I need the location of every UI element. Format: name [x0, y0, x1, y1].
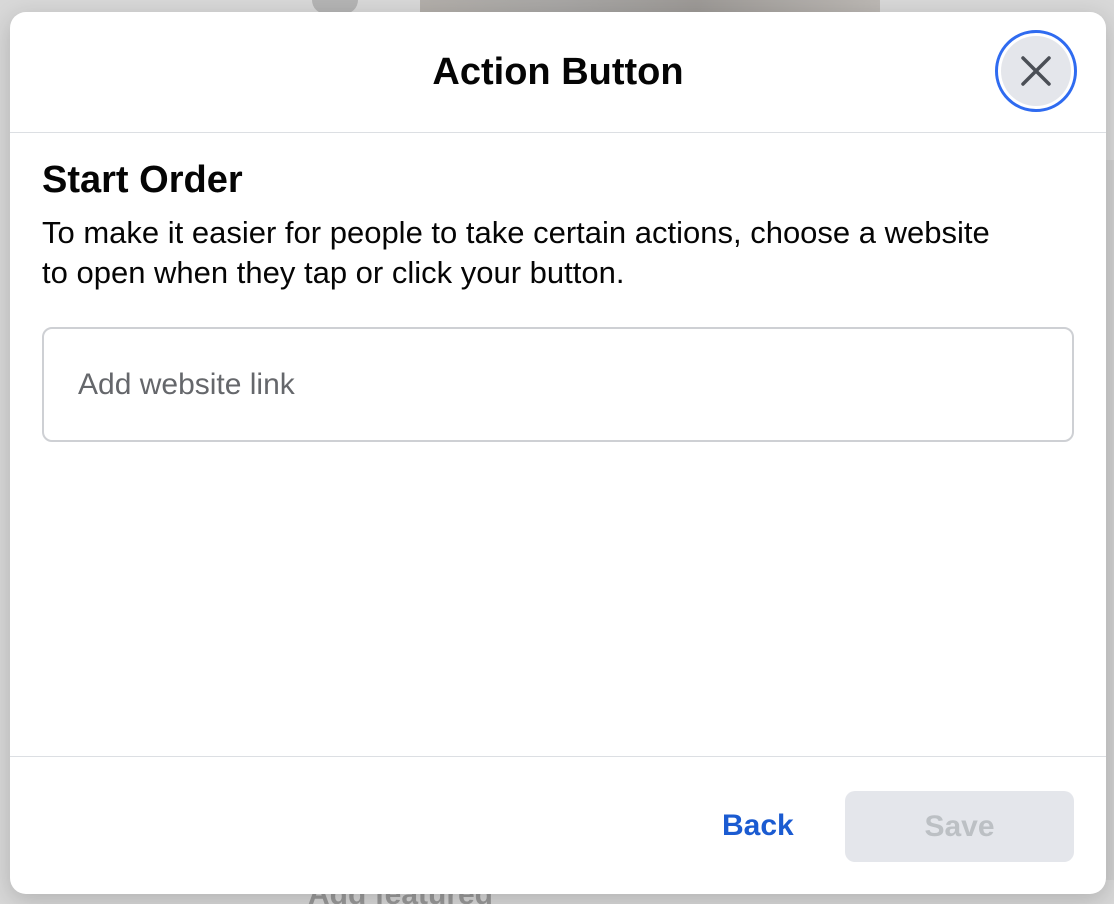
section-title: Start Order	[42, 159, 243, 201]
close-button-circle	[1001, 36, 1071, 106]
section-description: To make it easier for people to take cer…	[42, 215, 990, 290]
website-link-input[interactable]	[42, 327, 1074, 442]
back-button[interactable]: Back	[710, 791, 806, 861]
dialog-title: Action Button	[432, 51, 684, 93]
dialog-body: Start Order To make it easier for people…	[10, 133, 1106, 757]
action-button-dialog: Action Button Start Order To make it eas…	[10, 12, 1106, 894]
save-button[interactable]: Save	[845, 791, 1074, 862]
dialog-footer: Back Save	[10, 756, 1106, 894]
close-button[interactable]	[995, 30, 1077, 112]
dialog-header: Action Button	[10, 12, 1106, 133]
close-icon	[1021, 56, 1051, 86]
